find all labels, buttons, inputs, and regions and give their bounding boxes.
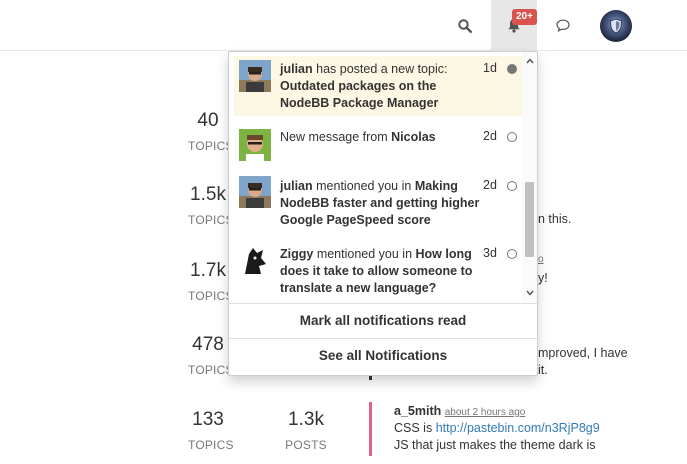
mark-read-toggle[interactable]	[507, 249, 517, 259]
search-icon	[458, 18, 472, 33]
mark-read-toggle[interactable]	[507, 64, 517, 74]
teaser-color-bar	[369, 402, 372, 456]
teaser-text: n this.	[538, 212, 572, 226]
category-stat-posts: 1.3k POSTS	[285, 409, 327, 452]
notification-text: New message from Nicolas	[280, 130, 436, 144]
mark-all-read-button[interactable]: Mark all notifications read	[229, 303, 537, 337]
category-stat-topics: 478 TOPICS	[188, 334, 234, 377]
see-all-notifications-link[interactable]: See all Notifications	[229, 338, 537, 372]
julian-avatar	[239, 176, 271, 208]
posts-label: POSTS	[285, 438, 327, 452]
category-stat-topics: 1.7k TOPICS	[188, 260, 234, 303]
teaser-text: y!	[538, 271, 548, 285]
topics-label: TOPICS	[188, 289, 234, 303]
notification-text: Ziggy mentioned you in How long does it …	[280, 247, 473, 295]
notification-text: julian has posted a new topic: Outdated …	[280, 62, 448, 110]
teaser-text: mproved, I have	[538, 346, 628, 360]
notification-time: 1d	[483, 61, 497, 75]
teaser-text: CSS is	[394, 421, 433, 435]
topics-count: 1.7k	[190, 260, 226, 281]
teaser-time-link[interactable]: o	[538, 254, 544, 265]
mark-read-toggle[interactable]	[507, 181, 517, 191]
notification-item[interactable]: julian has posted a new topic: Outdated …	[234, 56, 522, 116]
posts-count: 1.3k	[288, 409, 324, 430]
notification-scrollbar[interactable]	[522, 52, 537, 302]
teaser-line: CSS is http://pastebin.com/n3RjP8g9	[394, 421, 600, 435]
scroll-thumb[interactable]	[525, 182, 534, 257]
notification-text: julian mentioned you in Making NodeBB fa…	[280, 179, 480, 227]
user-avatar	[600, 9, 632, 42]
teaser-text: JS that just makes the theme dark is	[394, 438, 596, 452]
notifications-button[interactable]	[491, 0, 537, 51]
topics-count: 40	[197, 110, 219, 131]
top-navbar: 20+	[0, 0, 687, 51]
search-button[interactable]	[447, 0, 483, 51]
teaser-timestamp[interactable]: about 2 hours ago	[445, 407, 526, 418]
ziggy-avatar	[239, 244, 271, 276]
notification-item[interactable]: New message from Nicolas 2d	[234, 124, 522, 164]
topics-count: 1.5k	[190, 184, 226, 205]
scroll-down-button[interactable]	[522, 286, 537, 300]
shield-icon	[610, 18, 622, 33]
chats-button[interactable]	[545, 0, 581, 51]
category-stat-topics: 133 TOPICS	[188, 409, 234, 452]
mark-read-toggle[interactable]	[507, 132, 517, 142]
user-menu-button[interactable]	[596, 0, 636, 51]
notification-time: 2d	[483, 178, 497, 192]
topics-label: TOPICS	[188, 213, 234, 227]
topics-label: TOPICS	[188, 139, 234, 153]
notification-item[interactable]: Ziggy mentioned you in How long does it …	[234, 241, 522, 301]
teaser-username[interactable]: a_5mith	[394, 404, 441, 418]
notification-list[interactable]: julian has posted a new topic: Outdated …	[229, 52, 522, 302]
category-stat-topics: 1.5k TOPICS	[188, 184, 234, 227]
notification-time: 3d	[483, 246, 497, 260]
chat-bubble-icon	[556, 19, 570, 32]
notifications-dropdown: julian has posted a new topic: Outdated …	[228, 51, 538, 376]
teaser-header: a_5mith about 2 hours ago	[394, 404, 525, 418]
category-stat-topics: 40 TOPICS	[188, 110, 234, 153]
notification-item[interactable]: julian mentioned you in Making NodeBB fa…	[234, 173, 522, 233]
topics-count: 133	[192, 409, 224, 430]
topics-count: 478	[192, 334, 224, 355]
topics-label: TOPICS	[188, 363, 234, 377]
notifications-badge: 20+	[512, 9, 537, 25]
topics-label: TOPICS	[188, 438, 234, 452]
chevron-up-icon	[525, 58, 534, 64]
teaser-link[interactable]: http://pastebin.com/n3RjP8g9	[436, 421, 600, 435]
teaser-text: it.	[538, 363, 548, 377]
nicolas-avatar	[239, 129, 271, 161]
chevron-down-icon	[525, 290, 534, 296]
scroll-up-button[interactable]	[522, 54, 537, 68]
julian-avatar	[239, 60, 271, 92]
notification-time: 2d	[483, 129, 497, 143]
